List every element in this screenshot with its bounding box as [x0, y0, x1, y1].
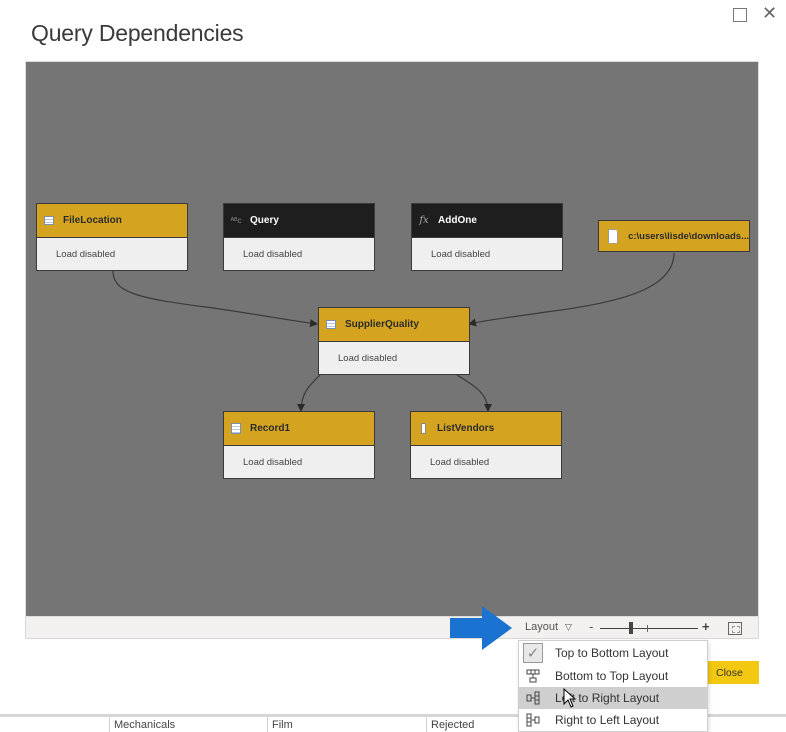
node-title: AddOne — [438, 215, 477, 226]
fit-to-screen-icon[interactable] — [728, 622, 742, 635]
close-icon: ✕ — [762, 3, 778, 24]
edge-filelocation-to-supplierquality — [112, 270, 318, 328]
zoom-in-button[interactable]: + — [702, 619, 710, 634]
annotation-arrow-icon — [450, 606, 512, 650]
mouse-cursor-icon — [563, 688, 577, 708]
node-title: SupplierQuality — [345, 319, 419, 330]
maximize-button[interactable] — [733, 8, 747, 22]
menu-item-top-to-bottom[interactable]: ✓ Top to Bottom Layout — [519, 642, 707, 664]
layout-dropdown-label[interactable]: Layout — [525, 621, 558, 633]
node-status: Load disabled — [430, 456, 490, 468]
node-title: Record1 — [250, 423, 291, 434]
file-icon — [608, 228, 619, 244]
node-status: Load disabled — [243, 248, 303, 260]
dialog-title: Query Dependencies — [31, 20, 244, 46]
left-to-right-icon — [519, 691, 547, 705]
zoom-slider-track[interactable] — [600, 628, 698, 629]
node-title: FileLocation — [63, 215, 122, 226]
zoom-out-button[interactable]: - — [589, 619, 593, 634]
column-header: Mechanicals — [109, 717, 175, 732]
edge-supplierquality-to-record1 — [297, 374, 321, 412]
zoom-slider-thumb[interactable] — [629, 622, 634, 634]
menu-item-label: Top to Bottom Layout — [555, 646, 669, 660]
menu-item-right-to-left[interactable]: Right to Left Layout — [519, 709, 707, 731]
node-query[interactable]: ᴬᴮc Query Load disabled — [223, 203, 375, 271]
column-header — [0, 717, 4, 732]
node-file-source[interactable]: c:\users\lisde\downloads... — [598, 220, 750, 252]
edge-supplierquality-to-listvendors — [456, 374, 492, 412]
record-icon — [230, 423, 242, 434]
menu-item-label: Bottom to Top Layout — [555, 669, 669, 683]
column-header: Rejected — [426, 717, 474, 732]
node-status: Load disabled — [431, 248, 491, 260]
column-header: Film — [267, 717, 293, 732]
close-button-label: Close — [716, 666, 743, 679]
list-icon — [417, 423, 429, 434]
menu-item-bottom-to-top[interactable]: Bottom to Top Layout — [519, 665, 707, 687]
close-window-button[interactable]: ✕ — [762, 4, 777, 24]
function-icon: fx — [419, 215, 429, 226]
node-title: c:\users\lisde\downloads... — [628, 230, 749, 242]
chevron-down-icon[interactable]: ▽ — [565, 622, 572, 633]
node-status: Load disabled — [338, 352, 398, 364]
table-icon — [43, 215, 55, 226]
dependency-diagram-canvas[interactable]: FileLocation Load disabled ᴬᴮc Query Load… — [25, 61, 759, 617]
node-filelocation[interactable]: FileLocation Load disabled — [36, 203, 188, 271]
close-button[interactable]: Close — [707, 661, 759, 684]
table-icon — [325, 319, 337, 330]
layout-menu: ✓ Top to Bottom Layout Bottom to Top Lay… — [518, 640, 708, 732]
bottom-to-top-icon — [519, 669, 547, 683]
node-supplierquality[interactable]: SupplierQuality Load disabled — [318, 307, 470, 375]
zoom-slider-center-tick — [647, 625, 648, 632]
right-to-left-icon — [519, 713, 547, 727]
node-status: Load disabled — [56, 248, 116, 260]
menu-item-left-to-right[interactable]: Left to Right Layout — [519, 687, 707, 709]
abc-text-icon: ᴬᴮc — [230, 216, 242, 225]
checkmark-icon: ✓ — [523, 643, 543, 663]
node-record1[interactable]: Record1 Load disabled — [223, 411, 375, 479]
menu-item-label: Right to Left Layout — [555, 713, 660, 727]
node-title: Query — [250, 215, 279, 226]
node-status: Load disabled — [243, 456, 303, 468]
node-listvendors[interactable]: ListVendors Load disabled — [410, 411, 562, 479]
node-title: ListVendors — [437, 423, 495, 434]
node-addone[interactable]: fx AddOne Load disabled — [411, 203, 563, 271]
